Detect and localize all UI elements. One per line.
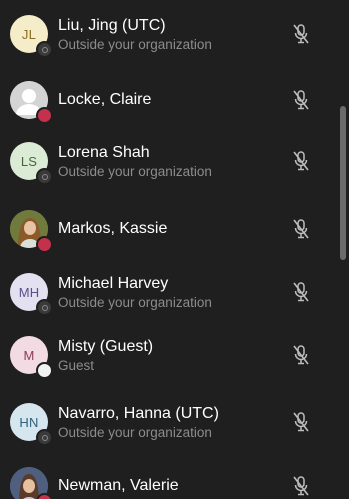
participant-subtitle: Guest	[58, 358, 95, 373]
mic-off-icon[interactable]	[292, 411, 310, 433]
avatar-initials: M	[23, 347, 35, 363]
participant-name: Markos, Kassie	[58, 220, 168, 237]
participant-info: Lorena Shah Outside your organization	[58, 143, 270, 180]
avatar-initials: JL	[21, 26, 37, 42]
participant-name: Liu, Jing (UTC)	[58, 17, 166, 34]
presence-busy-badge	[36, 493, 53, 499]
presence-busy-badge	[36, 107, 53, 124]
presence-offline-badge	[36, 41, 53, 58]
participant-name: Newman, Valerie	[58, 477, 179, 494]
avatar-initials: HN	[19, 414, 39, 430]
mic-off-icon[interactable]	[292, 23, 310, 45]
presence-offline-badge	[36, 299, 53, 316]
participant-row[interactable]: HN Navarro, Hanna (UTC) Outside your org…	[0, 392, 330, 452]
scrollbar-thumb[interactable]	[340, 106, 346, 260]
participant-info: Locke, Claire	[58, 90, 270, 110]
participant-info: Misty (Guest) Guest	[58, 337, 270, 374]
participant-row[interactable]: M Misty (Guest) Guest	[0, 325, 330, 385]
participant-info: Michael Harvey Outside your organization	[58, 274, 270, 311]
participant-info: Liu, Jing (UTC) Outside your organizatio…	[58, 16, 270, 53]
presence-offline-badge	[36, 168, 53, 185]
participant-name: Navarro, Hanna (UTC)	[58, 405, 219, 422]
avatar-initials: MH	[18, 284, 40, 300]
participant-info: Navarro, Hanna (UTC) Outside your organi…	[58, 404, 270, 441]
presence-guest-badge	[36, 362, 53, 379]
mic-off-icon[interactable]	[292, 218, 310, 240]
participants-panel: JL Liu, Jing (UTC) Outside your organiza…	[0, 0, 349, 499]
participant-name: Michael Harvey	[58, 275, 169, 292]
mic-off-icon[interactable]	[292, 475, 310, 497]
participant-row[interactable]: Markos, Kassie	[0, 199, 330, 259]
participant-info: Markos, Kassie	[58, 219, 270, 239]
participant-row[interactable]: LS Lorena Shah Outside your organization	[0, 131, 330, 191]
participant-info: Newman, Valerie	[58, 476, 270, 496]
mic-off-icon[interactable]	[292, 150, 310, 172]
participant-row[interactable]: Newman, Valerie	[0, 456, 330, 499]
mic-off-icon[interactable]	[292, 281, 310, 303]
mic-off-icon[interactable]	[292, 344, 310, 366]
presence-offline-badge	[36, 429, 53, 446]
participant-name: Lorena Shah	[58, 144, 150, 161]
participant-name: Misty (Guest)	[58, 338, 154, 355]
participant-row[interactable]: JL Liu, Jing (UTC) Outside your organiza…	[0, 4, 330, 64]
mic-off-icon[interactable]	[292, 89, 310, 111]
participant-row[interactable]: Locke, Claire	[0, 70, 330, 130]
avatar-initials: LS	[20, 153, 38, 169]
participant-subtitle: Outside your organization	[58, 425, 212, 440]
participant-subtitle: Outside your organization	[58, 295, 212, 310]
presence-busy-badge	[36, 236, 53, 253]
participant-subtitle: Outside your organization	[58, 164, 212, 179]
participant-name: Locke, Claire	[58, 91, 152, 108]
participant-subtitle: Outside your organization	[58, 37, 212, 52]
participant-row[interactable]: MH Michael Harvey Outside your organizat…	[0, 262, 330, 322]
